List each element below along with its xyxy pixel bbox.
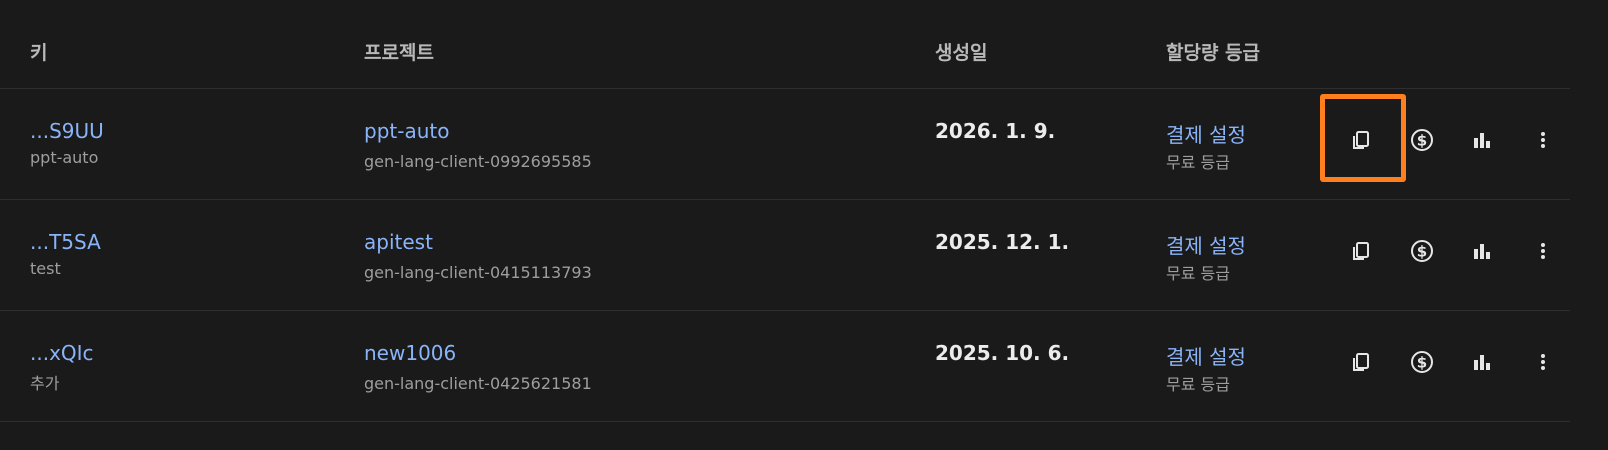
billing-button[interactable]: $ xyxy=(1402,231,1442,271)
header-project[interactable]: 프로젝트 xyxy=(364,38,434,65)
dollar-circle-icon: $ xyxy=(1411,129,1433,151)
header-key: 키 xyxy=(30,42,48,64)
svg-text:$: $ xyxy=(1417,243,1427,261)
quota-tier: 무료 등급 xyxy=(1166,153,1230,172)
copy-icon xyxy=(1353,353,1369,371)
project-link[interactable]: new1006 xyxy=(364,341,456,365)
table-row: ...T5SA test apitest gen-lang-client-041… xyxy=(0,199,1570,311)
bar-chart-icon xyxy=(1474,133,1490,148)
more-button[interactable] xyxy=(1523,120,1563,160)
project-id: gen-lang-client-0992695585 xyxy=(364,152,592,171)
created-date: 2025. 10. 6. xyxy=(935,341,1070,365)
project-id: gen-lang-client-0415113793 xyxy=(364,263,592,282)
copy-button[interactable] xyxy=(1341,231,1381,271)
more-button[interactable] xyxy=(1523,342,1563,382)
api-keys-table: 키 프로젝트 생성일 할당량 등급 ...S9UU ppt-auto ppt-a… xyxy=(0,0,1608,450)
header-created[interactable]: 생성일 xyxy=(935,38,987,65)
quota-tier: 무료 등급 xyxy=(1166,375,1230,394)
billing-button[interactable]: $ xyxy=(1402,120,1442,160)
project-id: gen-lang-client-0425621581 xyxy=(364,374,592,393)
copy-icon xyxy=(1353,131,1369,149)
key-link[interactable]: ...T5SA xyxy=(30,230,101,254)
copy-icon xyxy=(1353,242,1369,260)
key-name: ppt-auto xyxy=(30,148,99,167)
project-link[interactable]: apitest xyxy=(364,230,433,254)
key-name: test xyxy=(30,259,61,278)
table-row: ...xQIc 추가 new1006 gen-lang-client-04256… xyxy=(0,310,1570,422)
created-date: 2025. 12. 1. xyxy=(935,230,1070,254)
svg-text:$: $ xyxy=(1417,354,1427,372)
copy-button[interactable] xyxy=(1341,342,1381,382)
usage-button[interactable] xyxy=(1462,342,1502,382)
billing-setup-link[interactable]: 결제 설정 xyxy=(1166,119,1246,148)
billing-button[interactable]: $ xyxy=(1402,342,1442,382)
billing-setup-link[interactable]: 결제 설정 xyxy=(1166,230,1246,259)
key-name: 추가 xyxy=(30,374,60,393)
created-date: 2026. 1. 9. xyxy=(935,119,1056,143)
dollar-circle-icon: $ xyxy=(1411,351,1433,373)
billing-setup-link[interactable]: 결제 설정 xyxy=(1166,341,1246,370)
svg-text:$: $ xyxy=(1417,132,1427,150)
key-link[interactable]: ...S9UU xyxy=(30,119,104,143)
bar-chart-icon xyxy=(1474,355,1490,370)
usage-button[interactable] xyxy=(1462,231,1502,271)
more-button[interactable] xyxy=(1523,231,1563,271)
header-quota[interactable]: 할당량 등급 xyxy=(1166,38,1260,65)
more-vert-icon xyxy=(1541,243,1545,259)
more-vert-icon xyxy=(1541,354,1545,370)
table-row: ...S9UU ppt-auto ppt-auto gen-lang-clien… xyxy=(0,88,1570,200)
quota-tier: 무료 등급 xyxy=(1166,264,1230,283)
more-vert-icon xyxy=(1541,132,1545,148)
table-header: 키 프로젝트 생성일 할당량 등급 xyxy=(0,0,1570,89)
bar-chart-icon xyxy=(1474,244,1490,259)
usage-button[interactable] xyxy=(1462,120,1502,160)
project-link[interactable]: ppt-auto xyxy=(364,119,449,143)
copy-button[interactable] xyxy=(1341,120,1381,160)
key-link[interactable]: ...xQIc xyxy=(30,341,94,365)
dollar-circle-icon: $ xyxy=(1411,240,1433,262)
